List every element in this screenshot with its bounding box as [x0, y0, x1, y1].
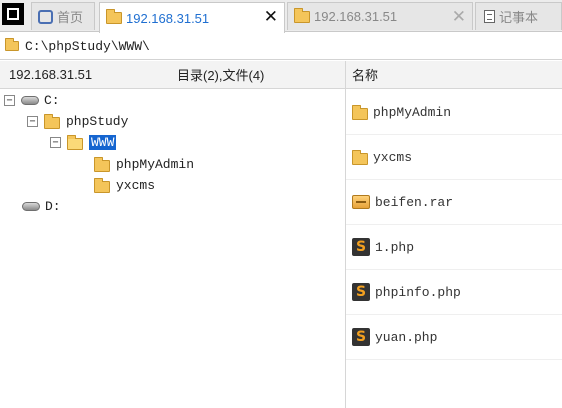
tab-home-label: 首页	[57, 10, 84, 25]
collapse-icon[interactable]: −	[50, 136, 61, 148]
close-tab-icon[interactable]: ✕	[452, 7, 466, 27]
tree-item-phpmyadmin[interactable]: phpMyAdmin	[94, 154, 194, 174]
tab-host-active[interactable]: 192.168.31.51 ✕	[99, 2, 285, 33]
tree-item-label: phpStudy	[66, 113, 129, 129]
folder-icon	[94, 177, 110, 193]
path-bar[interactable]: C:\phpStudy\WWW\	[0, 33, 562, 60]
list-item[interactable]: yxcms	[346, 135, 562, 180]
name-column-header[interactable]: 名称	[352, 65, 378, 84]
tree-header: 192.168.31.51 目录(2),文件(4)	[0, 61, 345, 89]
list-item[interactable]: S 1.php	[346, 225, 562, 270]
folder-icon	[44, 113, 60, 129]
drive-icon	[22, 201, 40, 211]
folder-icon	[352, 104, 368, 120]
php-file-icon: S	[352, 328, 370, 346]
notepad-icon	[484, 10, 495, 23]
archive-icon	[352, 195, 370, 209]
app-menu-button[interactable]	[2, 3, 24, 25]
list-item[interactable]: S phpinfo.php	[346, 270, 562, 315]
tab-host-2[interactable]: 192.168.31.51 ✕	[287, 2, 473, 30]
close-tab-icon[interactable]: ✕	[264, 7, 278, 27]
file-name: 1.php	[375, 239, 415, 255]
folder-icon	[352, 149, 368, 165]
tree-item-www[interactable]: − WWW	[50, 132, 117, 152]
tab-home[interactable]: 首页	[31, 2, 95, 30]
tab-host-2-label: 192.168.31.51	[314, 9, 398, 24]
folder-icon	[94, 156, 110, 172]
tree-item-label: D:	[45, 198, 61, 214]
drive-icon	[21, 95, 39, 105]
open-folder-icon	[67, 134, 83, 150]
file-list: phpMyAdmin yxcms beifen.rar S 1.php S ph…	[346, 90, 562, 408]
collapse-icon[interactable]: −	[4, 94, 15, 106]
tree-item-label: C:	[44, 92, 60, 108]
tab-bar: 首页 192.168.31.51 ✕ 192.168.31.51 ✕ 记事本	[0, 0, 562, 33]
php-file-icon: S	[352, 283, 370, 301]
tab-notepad[interactable]: 记事本	[475, 2, 562, 30]
file-name: yxcms	[373, 149, 413, 165]
item-count-label: 目录(2),文件(4)	[177, 68, 265, 83]
folder-icon	[5, 38, 19, 51]
tree-item-yxcms[interactable]: yxcms	[94, 175, 155, 195]
file-name: yuan.php	[375, 329, 438, 345]
tree-item-drive-c[interactable]: − C:	[4, 90, 60, 110]
list-item[interactable]: S yuan.php	[346, 315, 562, 360]
folder-icon	[106, 9, 122, 24]
folder-icon	[294, 7, 310, 23]
tree-item-label: phpMyAdmin	[116, 156, 195, 172]
file-list-header[interactable]: 名称	[346, 61, 562, 89]
directory-tree: − C: − phpStudy − WWW phpMyAdmin yxcms D…	[0, 90, 345, 408]
php-file-icon: S	[352, 238, 370, 256]
tree-item-label-selected: WWW	[89, 134, 117, 150]
current-path[interactable]: C:\phpStudy\WWW\	[25, 39, 150, 54]
collapse-icon[interactable]: −	[27, 115, 38, 127]
tab-host-label: 192.168.31.51	[126, 10, 210, 26]
tree-item-label: yxcms	[116, 177, 156, 193]
tree-item-drive-d[interactable]: D:	[22, 196, 61, 216]
file-name: beifen.rar	[375, 194, 454, 210]
list-item[interactable]: beifen.rar	[346, 180, 562, 225]
list-item[interactable]: phpMyAdmin	[346, 90, 562, 135]
tab-notepad-label: 记事本	[499, 10, 539, 25]
host-label: 192.168.31.51	[9, 67, 93, 82]
file-name: phpMyAdmin	[373, 104, 452, 120]
home-icon	[38, 9, 53, 24]
tree-item-phpstudy[interactable]: − phpStudy	[27, 111, 128, 131]
file-name: phpinfo.php	[375, 284, 461, 300]
